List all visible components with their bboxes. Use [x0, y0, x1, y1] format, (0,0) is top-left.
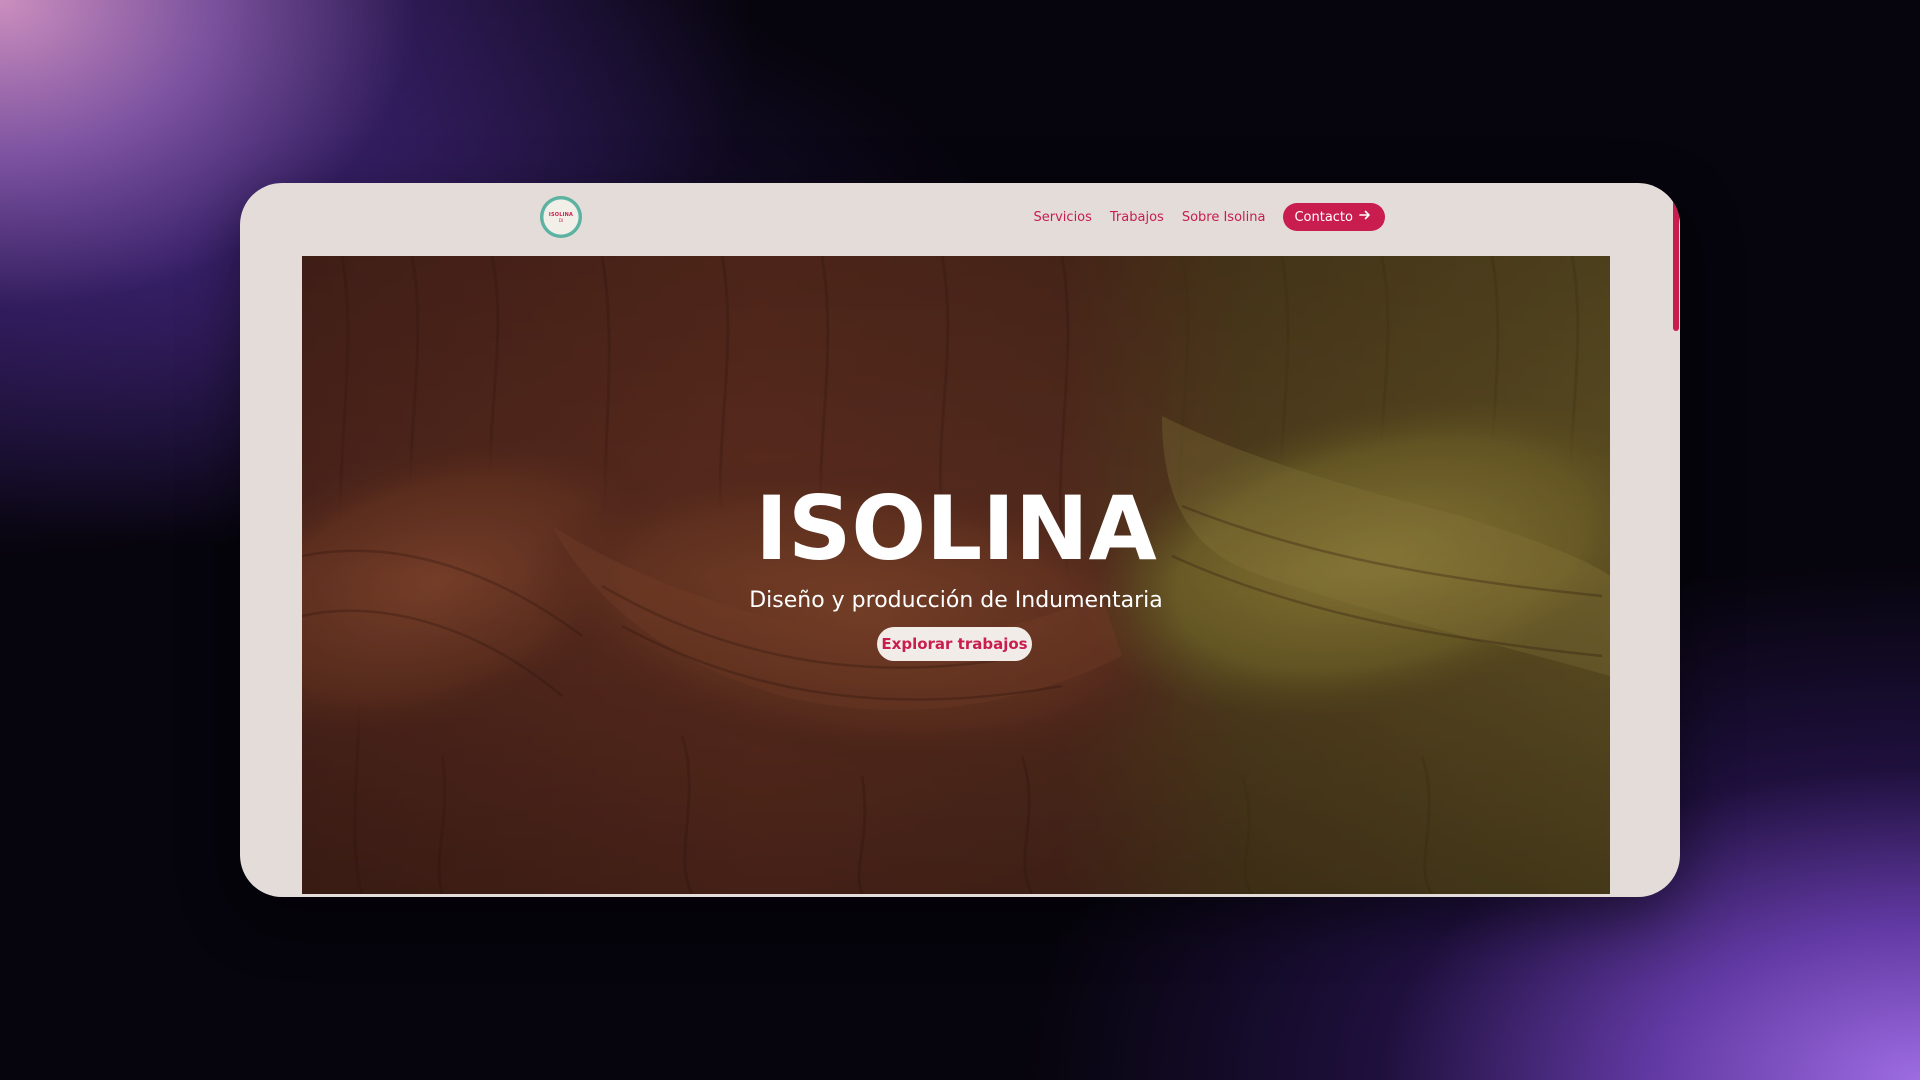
- arrow-right-icon: [1359, 209, 1371, 225]
- logo-subtext: DI: [558, 217, 564, 223]
- hero-subtitle: Diseño y producción de Indumentaria: [749, 588, 1163, 613]
- nav-link-trabajos[interactable]: Trabajos: [1110, 210, 1164, 225]
- hero-title: ISOLINA: [755, 477, 1157, 580]
- site-logo[interactable]: ISOLINA DI: [540, 196, 582, 238]
- scrollbar[interactable]: [1672, 183, 1680, 897]
- hero-content: ISOLINA Diseño y producción de Indumenta…: [302, 256, 1610, 894]
- site-navbar: ISOLINA DI Servicios Trabajos Sobre Isol…: [240, 183, 1680, 257]
- nav-link-servicios[interactable]: Servicios: [1034, 210, 1092, 225]
- hero-section: ISOLINA Diseño y producción de Indumenta…: [302, 256, 1610, 894]
- contact-button[interactable]: Contacto: [1283, 203, 1385, 231]
- explore-works-button[interactable]: Explorar trabajos: [877, 627, 1032, 661]
- browser-window: ISOLINA DI Servicios Trabajos Sobre Isol…: [240, 183, 1680, 897]
- scrollbar-thumb[interactable]: [1673, 193, 1679, 331]
- nav-link-sobre-isolina[interactable]: Sobre Isolina: [1182, 210, 1266, 225]
- nav-links: Servicios Trabajos Sobre Isolina Contact…: [1034, 203, 1385, 231]
- contact-button-label: Contacto: [1294, 209, 1353, 225]
